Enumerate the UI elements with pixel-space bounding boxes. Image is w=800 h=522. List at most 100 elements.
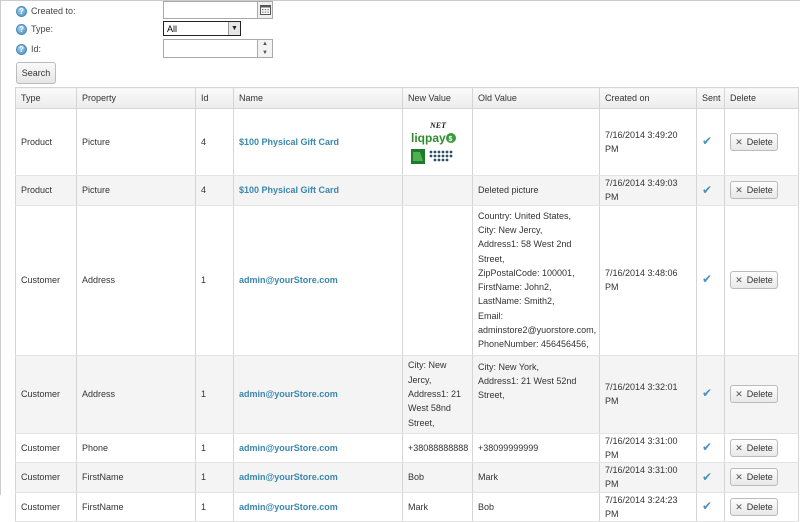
old-value-line: Address1: 21 West 52nd — [478, 375, 577, 386]
name-link[interactable]: admin@yourStore.com — [239, 472, 338, 482]
delete-button[interactable]: ✕ Delete — [730, 181, 778, 200]
name-link[interactable]: admin@yourStore.com — [239, 443, 338, 453]
delete-button[interactable]: ✕ Delete — [730, 498, 778, 517]
delete-cell: ✕ Delete — [724, 175, 799, 206]
column-header[interactable]: Property — [76, 87, 196, 109]
name-link[interactable]: $100 Physical Gift Card — [239, 137, 339, 147]
close-icon: ✕ — [735, 185, 743, 196]
id-label: Id: — [31, 44, 42, 54]
delete-cell: ✕ Delete — [724, 492, 799, 522]
help-icon[interactable]: ? — [16, 5, 27, 17]
old-value-line: Email: — [478, 310, 504, 321]
column-header[interactable]: New Value — [402, 87, 473, 109]
table-row: Customer FirstName 1 admin@yourStore.com… — [15, 462, 799, 493]
name-link[interactable]: admin@yourStore.com — [239, 502, 338, 512]
column-header[interactable]: Name — [233, 87, 403, 109]
table-row: Customer Address 1 admin@yourStore.com C… — [15, 205, 799, 356]
delete-button-label: Delete — [746, 472, 773, 483]
stepper-up-icon[interactable]: ▲ — [262, 41, 268, 47]
check-icon: ✔ — [702, 499, 713, 514]
type-cell: Customer — [15, 462, 77, 493]
name-link[interactable]: admin@yourStore.com — [239, 389, 338, 399]
delete-cell: ✕ Delete — [724, 205, 799, 356]
delete-cell: ✕ Delete — [724, 355, 799, 434]
type-cell: Customer — [15, 433, 77, 464]
check-icon: ✔ — [702, 134, 713, 149]
stepper-down-icon[interactable]: ▼ — [262, 50, 268, 56]
old-value-line: City: New Jercy, — [478, 224, 543, 235]
id-cell: 1 — [195, 462, 234, 493]
new-value-cell: Bob — [402, 462, 473, 493]
table-row: Customer Phone 1 admin@yourStore.com +38… — [15, 433, 799, 464]
id-cell: 1 — [195, 492, 234, 522]
id-input[interactable] — [163, 39, 258, 58]
delete-cell: ✕ Delete — [724, 433, 799, 464]
name-cell: $100 Physical Gift Card — [233, 108, 403, 176]
table-row: Product Picture 4 $100 Physical Gift Car… — [15, 175, 799, 206]
help-icon[interactable]: ? — [16, 23, 27, 35]
delete-cell: ✕ Delete — [724, 108, 799, 176]
sent-cell: ✔ — [696, 175, 725, 206]
created-on-cell: 7/16/2014 3:31:00 PM — [599, 433, 697, 464]
id-cell: 4 — [195, 108, 234, 176]
table-row: Customer FirstName 1 admin@yourStore.com… — [15, 492, 799, 522]
delete-button[interactable]: ✕ Delete — [730, 438, 778, 457]
id-stepper[interactable]: ▲ ▼ — [258, 39, 273, 58]
sent-cell: ✔ — [696, 108, 725, 176]
check-icon: ✔ — [702, 440, 713, 455]
table-row: Product Picture 4 $100 Physical Gift Car… — [15, 108, 799, 176]
created-to-label: Created to: — [31, 6, 76, 16]
filter-panel: ? Created to: ? Type: All ▼ ? Id: ▲ ▼ Se… — [1, 1, 800, 87]
sent-cell: ✔ — [696, 355, 725, 434]
new-value-cell: Mark — [402, 492, 473, 522]
chevron-down-icon[interactable]: ▼ — [228, 22, 240, 35]
property-cell: Picture — [76, 175, 196, 206]
delete-button-label: Delete — [746, 274, 773, 285]
created-to-input[interactable] — [163, 1, 258, 19]
old-value-cell: City: New York, Address1: 21 West 52nd S… — [472, 355, 600, 434]
close-icon: ✕ — [735, 388, 743, 399]
check-icon: ✔ — [702, 272, 713, 287]
old-value-line: FirstName: John2, — [478, 282, 552, 293]
name-link[interactable]: admin@yourStore.com — [239, 275, 338, 285]
sent-cell: ✔ — [696, 433, 725, 464]
old-value-line: LastName: Smith2, — [478, 296, 555, 307]
delete-button[interactable]: ✕ Delete — [730, 385, 778, 404]
calendar-icon[interactable] — [258, 1, 273, 19]
name-cell: admin@yourStore.com — [233, 355, 403, 434]
sent-cell: ✔ — [696, 462, 725, 493]
table-row: Customer Address 1 admin@yourStore.com C… — [15, 355, 799, 434]
delete-button-label: Delete — [746, 185, 773, 196]
column-header[interactable]: Sent — [696, 87, 725, 109]
logo-net-text: NET — [429, 121, 447, 130]
name-cell: admin@yourStore.com — [233, 492, 403, 522]
table-header-row: Type Property Id Name New Value Old Valu… — [15, 87, 799, 109]
audit-log-page: ? Created to: ? Type: All ▼ ? Id: ▲ ▼ Se… — [0, 0, 800, 522]
old-value-cell: Country: United States, City: New Jercy,… — [472, 205, 600, 356]
column-header[interactable]: Created on — [599, 87, 697, 109]
type-row: ? Type: — [16, 19, 53, 39]
name-cell: admin@yourStore.com — [233, 205, 403, 356]
name-link[interactable]: $100 Physical Gift Card — [239, 185, 339, 195]
type-cell: Customer — [15, 205, 77, 356]
column-header[interactable]: Old Value — [472, 87, 600, 109]
search-button[interactable]: Search — [16, 62, 56, 84]
sent-cell: ✔ — [696, 492, 725, 522]
column-header[interactable]: Delete — [724, 87, 799, 109]
delete-button[interactable]: ✕ Delete — [730, 133, 778, 151]
audit-table: Type Property Id Name New Value Old Valu… — [15, 87, 799, 522]
close-icon: ✕ — [735, 274, 743, 285]
delete-button[interactable]: ✕ Delete — [730, 468, 778, 487]
type-label: Type: — [31, 24, 54, 34]
type-select[interactable]: All ▼ — [163, 21, 241, 36]
old-value-line: Address1: 58 West 2nd — [478, 239, 572, 250]
property-cell: Address — [76, 205, 196, 356]
type-select-value: All — [167, 23, 178, 34]
column-header[interactable]: Type — [15, 87, 77, 109]
delete-button[interactable]: ✕ Delete — [730, 271, 778, 290]
column-header[interactable]: Id — [195, 87, 234, 109]
type-cell: Product — [15, 175, 77, 206]
property-cell: FirstName — [76, 462, 196, 493]
old-value-cell: Deleted picture — [472, 175, 600, 206]
help-icon[interactable]: ? — [16, 43, 27, 55]
